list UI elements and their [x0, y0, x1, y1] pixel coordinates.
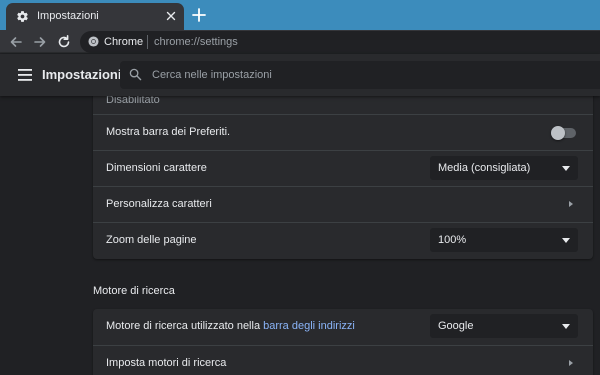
- address-bar-link[interactable]: barra degli indirizzi: [263, 320, 355, 332]
- search-engine-label: Motore di ricerca utilizzato nella barra…: [106, 320, 355, 332]
- chevron-right-icon: [569, 201, 573, 207]
- triangle-down-icon: [562, 238, 570, 243]
- tab-strip: Impostazioni: [0, 0, 600, 30]
- manage-search-engines-row[interactable]: Imposta motori di ricerca: [93, 345, 593, 375]
- search-engine-value: Google: [438, 320, 474, 332]
- site-name: Chrome: [104, 36, 144, 48]
- toolbar: Chrome chrome://settings: [0, 30, 600, 53]
- hamburger-icon[interactable]: [18, 69, 32, 81]
- partial-row: Disabilitato: [93, 96, 593, 114]
- page-zoom-value: 100%: [438, 234, 467, 246]
- search-engine-card: Motore di ricerca utilizzato nella barra…: [93, 309, 593, 375]
- appearance-card: Disabilitato Mostra barra dei Preferiti.…: [93, 96, 593, 259]
- chrome-icon: [88, 36, 99, 47]
- page-zoom-select[interactable]: 100%: [430, 228, 578, 252]
- manage-search-engines-label: Imposta motori di ricerca: [106, 357, 227, 369]
- customize-fonts-label: Personalizza caratteri: [106, 198, 212, 210]
- bookmarks-bar-row[interactable]: Mostra barra dei Preferiti.: [93, 114, 593, 150]
- url-text: chrome://settings: [154, 36, 238, 48]
- chevron-right-icon: [569, 360, 573, 366]
- font-size-label: Dimensioni carattere: [106, 162, 207, 174]
- font-size-row: Dimensioni carattere Media (consigliata): [93, 150, 593, 186]
- bookmarks-bar-toggle[interactable]: [551, 126, 576, 140]
- close-icon[interactable]: [164, 9, 178, 23]
- page-zoom-row: Zoom delle pagine 100%: [93, 222, 593, 258]
- customize-fonts-row[interactable]: Personalizza caratteri: [93, 186, 593, 222]
- search-icon: [129, 68, 142, 81]
- toggle-knob: [551, 126, 565, 140]
- tab-settings[interactable]: Impostazioni: [6, 3, 184, 30]
- row-sublabel: Disabilitato: [106, 96, 160, 106]
- address-bar[interactable]: Chrome chrome://settings: [80, 31, 600, 53]
- search-input[interactable]: [152, 67, 582, 83]
- settings-header: Impostazioni: [0, 54, 600, 96]
- triangle-down-icon: [562, 166, 570, 171]
- bookmarks-bar-label: Mostra barra dei Preferiti.: [106, 126, 231, 138]
- search-engine-label-text: Motore di ricerca utilizzato nella: [106, 320, 264, 332]
- font-size-select[interactable]: Media (consigliata): [430, 156, 578, 180]
- omnibox-divider: [147, 35, 148, 49]
- font-size-value: Media (consigliata): [438, 162, 531, 174]
- search-engine-row: Motore di ricerca utilizzato nella barra…: [93, 309, 593, 345]
- reload-icon[interactable]: [56, 34, 72, 50]
- search-box[interactable]: [120, 61, 600, 89]
- settings-content: Disabilitato Mostra barra dei Preferiti.…: [0, 96, 600, 375]
- gear-icon: [17, 11, 28, 22]
- search-engine-select[interactable]: Google: [430, 314, 578, 338]
- arrow-right-icon[interactable]: [32, 34, 48, 50]
- tab-title: Impostazioni: [37, 10, 99, 22]
- section-title-search-engine: Motore di ricerca: [93, 285, 175, 297]
- arrow-left-icon[interactable]: [8, 34, 24, 50]
- page-zoom-label: Zoom delle pagine: [106, 234, 197, 246]
- plus-icon[interactable]: [190, 6, 208, 24]
- page-title: Impostazioni: [42, 67, 122, 82]
- triangle-down-icon: [562, 324, 570, 329]
